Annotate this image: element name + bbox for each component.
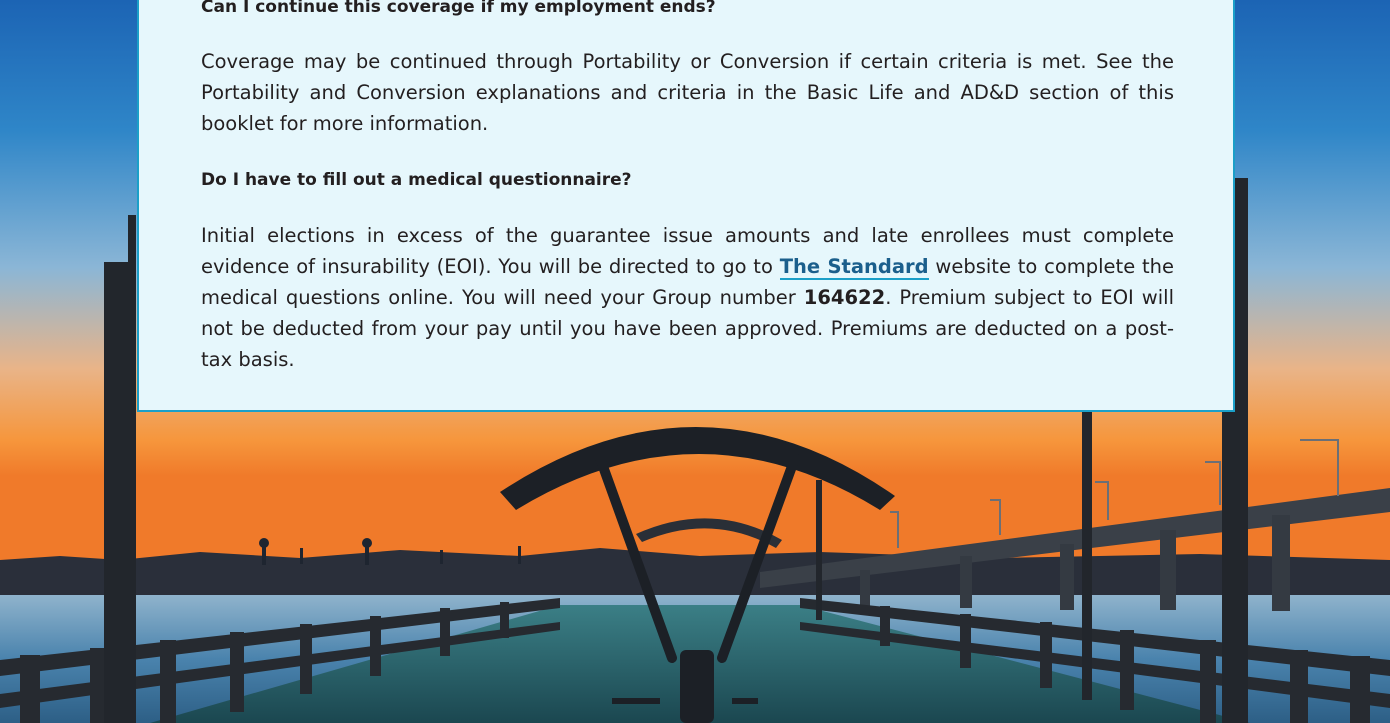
faq-question-continue-coverage: Can I continue this coverage if my emplo…: [201, 0, 716, 17]
faq-question-medical-questionnaire: Do I have to fill out a medical question…: [201, 170, 632, 190]
faq-answer-continue-coverage: Coverage may be continued through Portab…: [201, 50, 1174, 135]
group-number: 164622: [803, 286, 886, 309]
faq-panel: Can I continue this coverage if my emplo…: [137, 0, 1235, 412]
faq-answer-medical-questionnaire: Initial elections in excess of the guara…: [201, 220, 1174, 375]
the-standard-link[interactable]: The Standard: [779, 255, 929, 280]
